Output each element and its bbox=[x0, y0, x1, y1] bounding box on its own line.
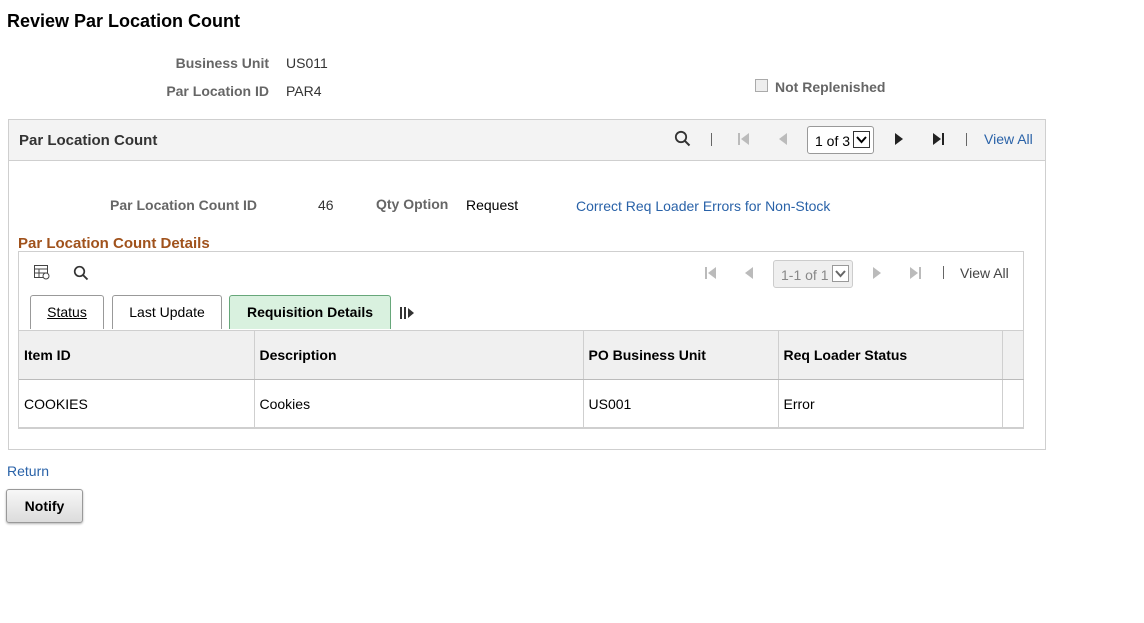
column-header[interactable]: Description bbox=[254, 330, 584, 380]
column-header[interactable]: Item ID bbox=[19, 330, 255, 380]
details-section-title: Par Location Count Details bbox=[18, 235, 210, 252]
toolbar-separator bbox=[943, 266, 944, 279]
first-page-icon[interactable] bbox=[705, 266, 717, 285]
req-loader-status-cell: Error bbox=[778, 379, 1003, 428]
qty-option-value: Request bbox=[466, 197, 519, 213]
personalize-grid-icon[interactable] bbox=[34, 265, 50, 285]
previous-page-icon[interactable] bbox=[778, 132, 788, 151]
tab-requisition-details[interactable]: Requisition Details bbox=[229, 295, 391, 329]
view-all-link[interactable]: View All bbox=[984, 131, 1033, 147]
business-unit-label: Business Unit bbox=[175, 55, 269, 71]
business-unit-value: US011 bbox=[286, 55, 328, 71]
row-spacer-cell bbox=[1002, 379, 1024, 428]
chevron-down-icon bbox=[853, 131, 870, 148]
tab-last-update[interactable]: Last Update bbox=[112, 295, 222, 329]
po-business-unit-cell: US001 bbox=[583, 379, 779, 428]
details-row-selector-value: 1-1 of 1 bbox=[781, 267, 829, 283]
description-cell: Cookies bbox=[254, 379, 584, 428]
count-id-label: Par Location Count ID bbox=[110, 197, 257, 213]
next-page-icon[interactable] bbox=[872, 266, 882, 285]
correct-req-loader-errors-link[interactable]: Correct Req Loader Errors for Non-Stock bbox=[576, 198, 830, 214]
par-location-count-title: Par Location Count bbox=[19, 132, 158, 149]
details-view-all-link[interactable]: View All bbox=[960, 265, 1009, 281]
column-header[interactable]: PO Business Unit bbox=[583, 330, 779, 380]
not-replenished-label: Not Replenished bbox=[775, 79, 886, 95]
details-row-selector[interactable]: 1-1 of 1 bbox=[773, 260, 853, 288]
qty-option-label: Qty Option bbox=[376, 196, 449, 212]
next-page-icon[interactable] bbox=[894, 132, 904, 151]
table-row: COOKIES Cookies US001 Error bbox=[19, 379, 1024, 428]
tab-status[interactable]: Status bbox=[30, 295, 104, 329]
tab-last-update-label: Last Update bbox=[129, 304, 205, 320]
tab-status-label: Status bbox=[47, 304, 87, 320]
search-icon[interactable] bbox=[674, 130, 691, 152]
show-all-columns-icon[interactable] bbox=[399, 306, 415, 325]
count-id-value: 46 bbox=[318, 197, 334, 213]
par-location-id-value: PAR4 bbox=[286, 83, 322, 99]
column-header[interactable]: Req Loader Status bbox=[778, 330, 1003, 380]
row-selector-value: 1 of 3 bbox=[815, 133, 851, 149]
not-replenished-checkbox[interactable] bbox=[755, 79, 768, 92]
tab-requisition-details-label: Requisition Details bbox=[246, 304, 374, 320]
notify-button[interactable]: Notify bbox=[6, 489, 83, 523]
par-location-id-label: Par Location ID bbox=[166, 83, 269, 99]
last-page-icon[interactable] bbox=[909, 266, 921, 285]
chevron-down-icon bbox=[832, 265, 849, 282]
search-icon[interactable] bbox=[73, 265, 89, 286]
toolbar-separator bbox=[966, 133, 967, 146]
return-link[interactable]: Return bbox=[7, 463, 49, 479]
item-id-cell: COOKIES bbox=[19, 379, 255, 428]
grid-header-row: Item ID Description PO Business Unit Req… bbox=[19, 330, 1024, 380]
previous-page-icon[interactable] bbox=[744, 266, 754, 285]
row-selector[interactable]: 1 of 3 bbox=[807, 126, 874, 154]
column-header-spacer bbox=[1002, 330, 1024, 380]
par-location-count-header bbox=[9, 120, 1045, 161]
requisition-details-grid: Item ID Description PO Business Unit Req… bbox=[19, 330, 1024, 428]
page-title: Review Par Location Count bbox=[7, 11, 241, 31]
last-page-icon[interactable] bbox=[932, 132, 944, 151]
first-page-icon[interactable] bbox=[738, 132, 750, 151]
toolbar-separator bbox=[711, 133, 712, 146]
